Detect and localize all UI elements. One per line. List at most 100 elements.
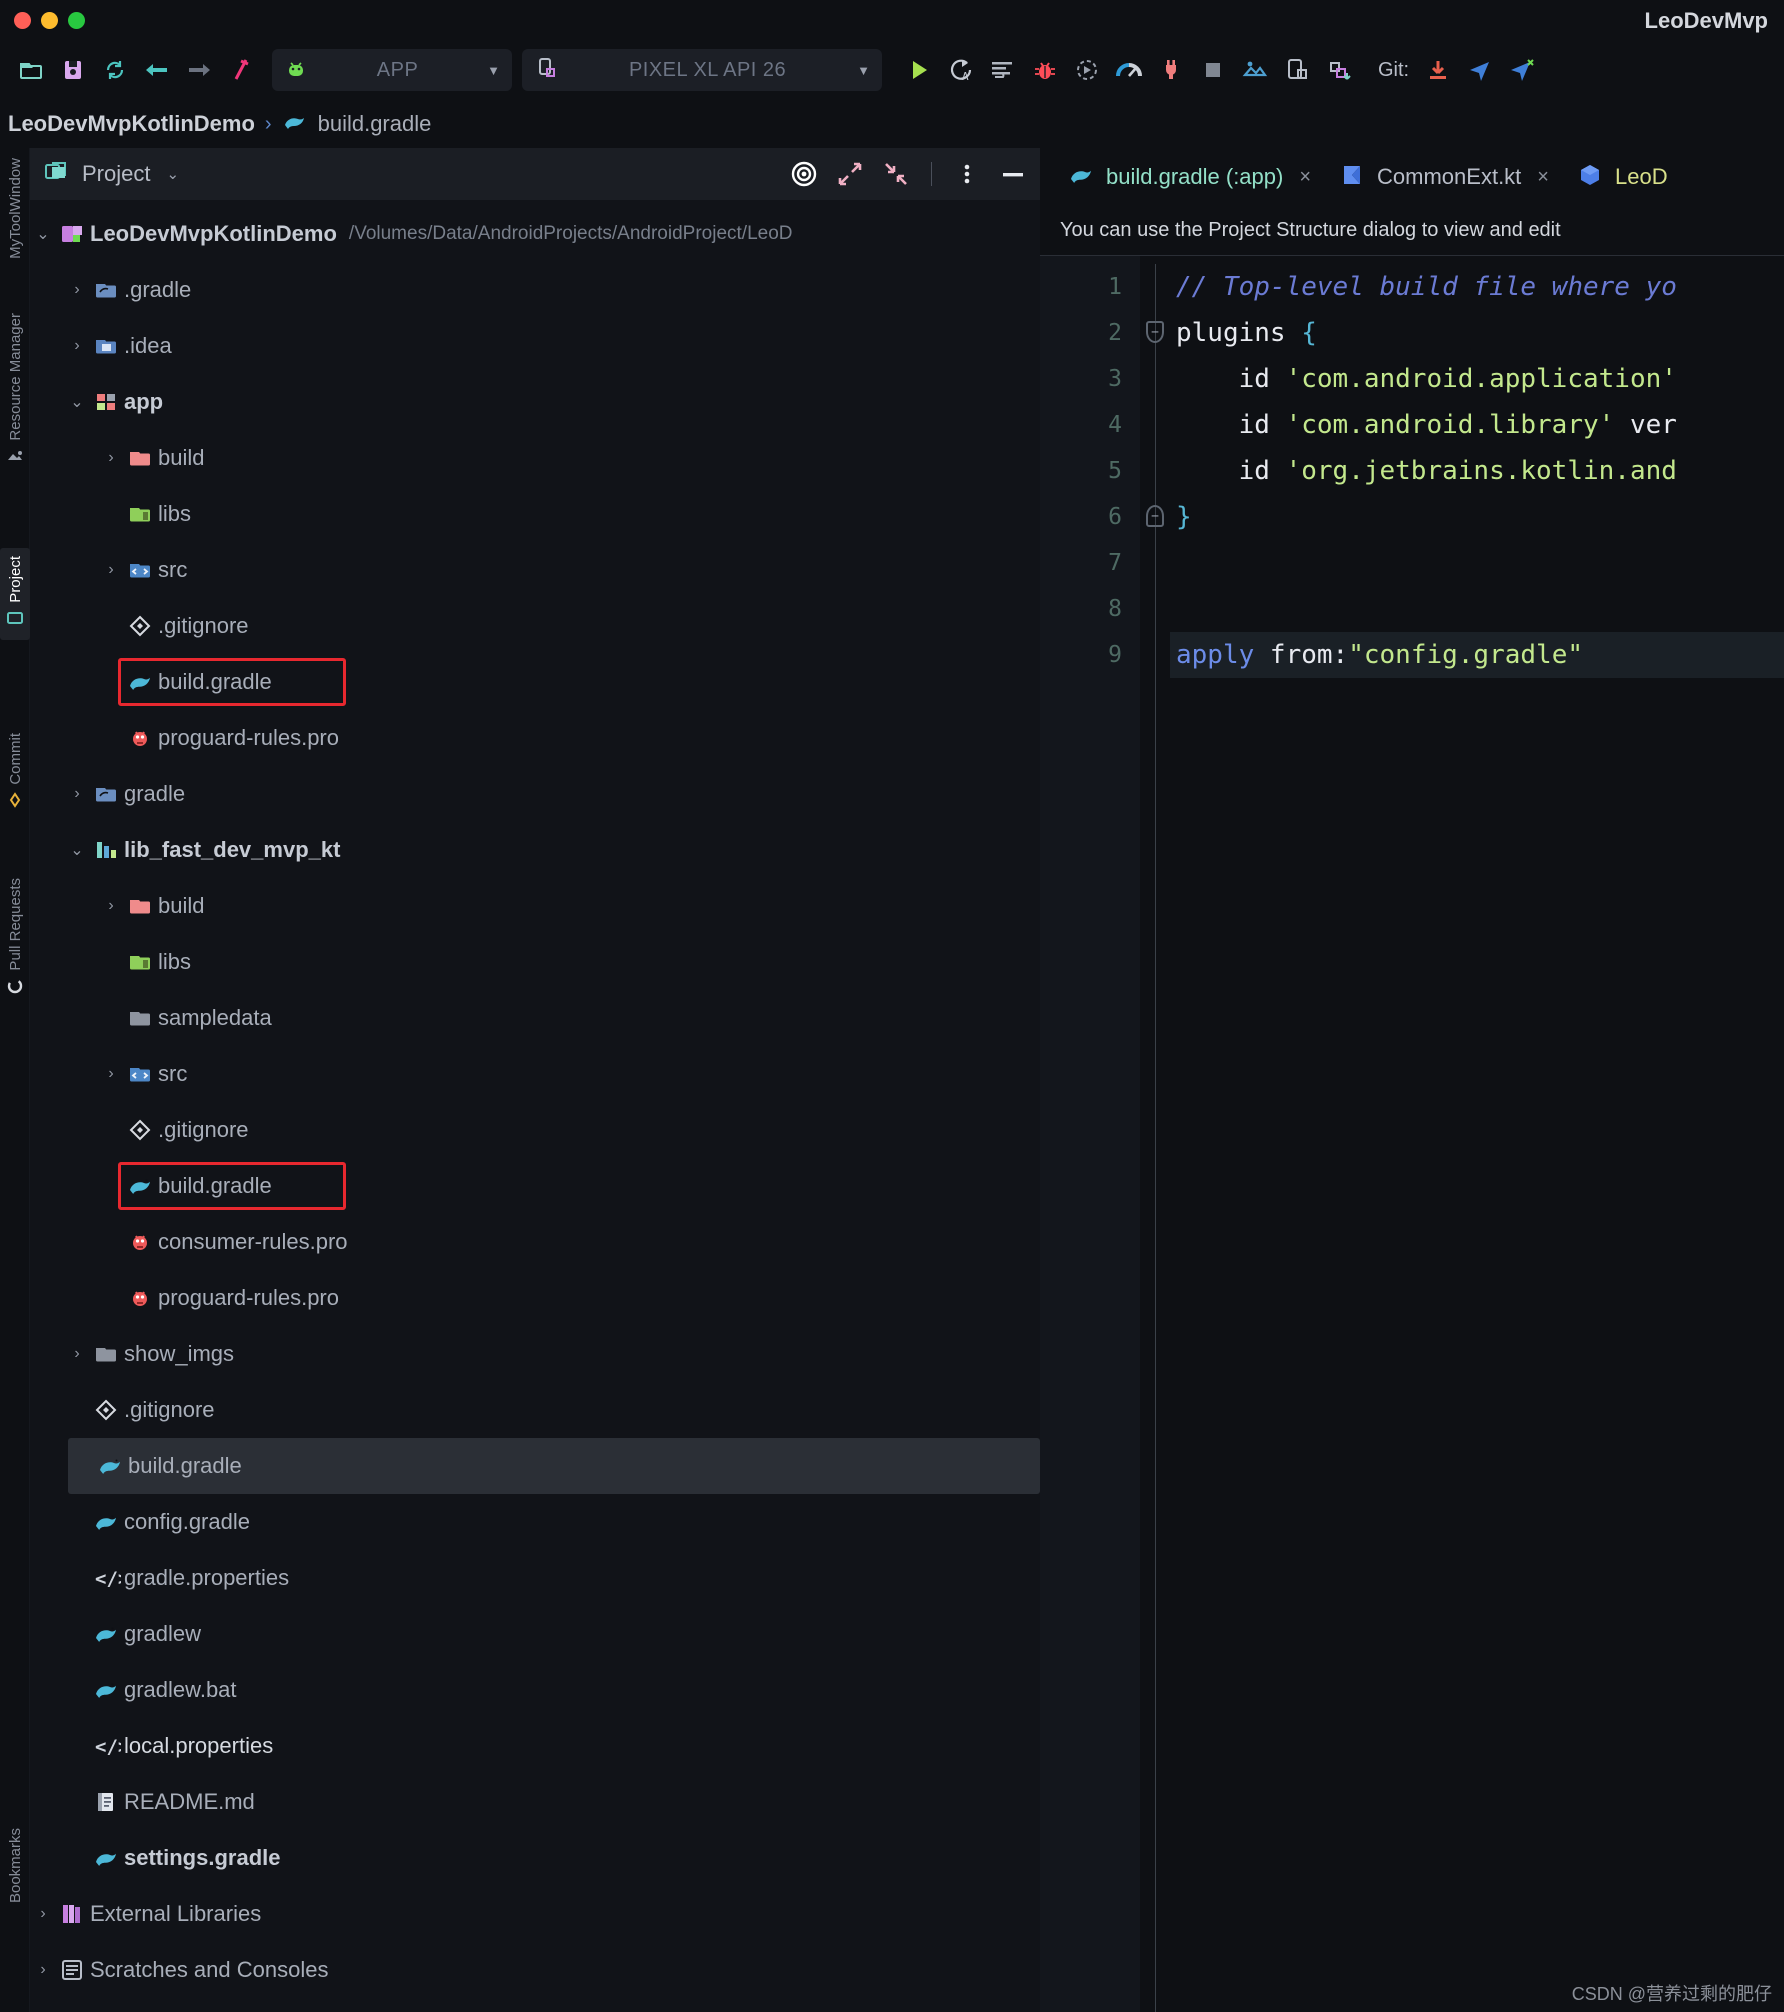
hammer-icon[interactable] [220,49,262,91]
tree-row[interactable]: ›README.md [30,1774,1040,1830]
apply-code-changes-icon[interactable] [982,49,1024,91]
code-view[interactable]: 123456789 − − // Top-level build file whe… [1040,256,1784,2012]
code-line[interactable]: id 'com.android.library' ver [1170,402,1784,448]
tree-row[interactable]: › show_imgs [30,1326,1040,1382]
chevron-right-icon[interactable]: › [64,281,90,299]
more-options-icon[interactable] [952,159,982,189]
tree-row[interactable]: ›settings.gradle [30,1830,1040,1886]
run-configuration-selector[interactable]: APP ▼ [272,49,512,91]
chevron-down-icon[interactable]: ⌄ [64,840,90,860]
chevron-right-icon[interactable]: › [98,449,124,467]
tree-row[interactable]: ›consumer-rules.pro [30,1214,1040,1270]
code-line[interactable]: id 'org.jetbrains.kotlin.and [1170,448,1784,494]
fold-gutter[interactable]: − − [1140,256,1170,2012]
tree-row[interactable]: ›</>gradle.properties [30,1550,1040,1606]
tree-row[interactable]: ›.gitignore [30,1382,1040,1438]
chevron-right-icon[interactable]: › [30,1905,56,1923]
chevron-right-icon[interactable]: › [30,1961,56,1979]
tree-row[interactable]: ›.gitignore [30,598,1040,654]
chevron-down-icon[interactable]: ⌄ [166,165,179,183]
expand-all-icon[interactable] [835,159,865,189]
code-line[interactable]: apply from:"config.gradle" [1170,632,1784,678]
editor-tab[interactable]: CommonExt.kt × [1327,148,1561,206]
layout-inspector-icon[interactable] [1276,49,1318,91]
breadcrumb-file[interactable]: build.gradle [318,111,432,137]
code-line[interactable] [1170,586,1784,632]
code-line[interactable]: } [1170,494,1784,540]
breadcrumb-project[interactable]: LeoDevMvpKotlinDemo [8,111,255,137]
tree-row[interactable]: › Scratches and Consoles [30,1942,1040,1998]
collapse-all-icon[interactable] [881,159,911,189]
editor-tab[interactable]: build.gradle (:app) × [1056,148,1323,206]
profiler-icon[interactable] [1108,49,1150,91]
maximize-window-button[interactable] [68,11,85,29]
sidebar-item-commit[interactable]: Commit [0,733,30,814]
chevron-down-icon[interactable]: ⌄ [64,392,90,412]
tree-row[interactable]: › src [30,1046,1040,1102]
tree-row[interactable]: ›proguard-rules.pro [30,1270,1040,1326]
fold-toggle-icon[interactable]: − [1146,505,1164,527]
tree-row[interactable]: › src [30,542,1040,598]
editor-tab[interactable]: LeoD [1565,148,1680,206]
minimize-window-button[interactable] [41,11,58,29]
tree-row[interactable]: ›sampledata [30,990,1040,1046]
sidebar-item-bookmarks[interactable]: Bookmarks [0,1828,30,1903]
tree-row[interactable]: ›libs [30,486,1040,542]
sidebar-item-pull-requests[interactable]: Pull Requests [0,878,30,1000]
chevron-right-icon[interactable]: › [98,897,124,915]
tree-row[interactable]: ›gradlew [30,1606,1040,1662]
chevron-down-icon[interactable]: ⌄ [30,224,56,244]
fold-toggle-icon[interactable]: − [1146,321,1164,343]
git-update-icon[interactable] [1417,49,1459,91]
sync-project-icon[interactable] [94,49,136,91]
select-opened-file-icon[interactable] [789,159,819,189]
tree-row[interactable]: › gradle [30,766,1040,822]
run-button[interactable] [898,49,940,91]
project-tree[interactable]: ⌄ LeoDevMvpKotlinDemo/Volumes/Data/Androi… [30,200,1040,2012]
code-line[interactable]: id 'com.android.application' [1170,356,1784,402]
tree-row[interactable]: › .idea [30,318,1040,374]
close-tab-icon[interactable]: × [1537,166,1549,189]
navigate-forward-icon[interactable] [178,49,220,91]
open-project-icon[interactable] [10,49,52,91]
device-manager-icon[interactable] [1234,49,1276,91]
chevron-right-icon[interactable]: › [98,1065,124,1083]
tree-row[interactable]: › build [30,878,1040,934]
sidebar-item-mytoolwindow[interactable]: MyToolWindow [0,158,30,259]
stop-button[interactable] [1192,49,1234,91]
code-line[interactable] [1170,540,1784,586]
tree-row[interactable]: › build [30,430,1040,486]
tree-row[interactable]: › .gradle [30,262,1040,318]
chevron-right-icon[interactable]: › [64,337,90,355]
close-tab-icon[interactable]: × [1299,166,1311,189]
code-line[interactable]: // Top-level build file where yo [1170,264,1784,310]
tree-row[interactable]: ›libs [30,934,1040,990]
git-push-icon[interactable] [1459,49,1501,91]
tree-row[interactable]: ›gradlew.bat [30,1662,1040,1718]
chevron-right-icon[interactable]: › [64,1345,90,1363]
save-all-icon[interactable] [52,49,94,91]
tree-row[interactable]: ›build.gradle [30,654,1040,710]
apply-changes-icon[interactable]: A [940,49,982,91]
attach-debugger-icon[interactable] [1066,49,1108,91]
device-explorer-icon[interactable] [1318,49,1360,91]
sidebar-item-project[interactable]: Project [0,548,30,640]
tree-row[interactable]: ⌄ lib_fast_dev_mvp_kt [30,822,1040,878]
tree-row-selected[interactable]: ›build.gradle [68,1438,1040,1494]
tree-row[interactable]: ⌄ LeoDevMvpKotlinDemo/Volumes/Data/Androi… [30,206,1040,262]
code-line[interactable]: plugins { [1170,310,1784,356]
hide-panel-icon[interactable] [998,159,1028,189]
tree-row[interactable]: ›</>local.properties [30,1718,1040,1774]
chevron-right-icon[interactable]: › [64,785,90,803]
close-window-button[interactable] [14,11,31,29]
chevron-right-icon[interactable]: › [98,561,124,579]
tree-row[interactable]: ⌄ app [30,374,1040,430]
debug-button[interactable] [1024,49,1066,91]
plug-icon[interactable] [1150,49,1192,91]
navigate-back-icon[interactable] [136,49,178,91]
tree-row[interactable]: ›build.gradle [30,1158,1040,1214]
code-lines[interactable]: // Top-level build file where yo plugins … [1170,256,1784,2012]
tree-row[interactable]: ›proguard-rules.pro [30,710,1040,766]
git-history-icon[interactable] [1501,49,1543,91]
device-selector[interactable]: PIXEL XL API 26 ▼ [522,49,882,91]
